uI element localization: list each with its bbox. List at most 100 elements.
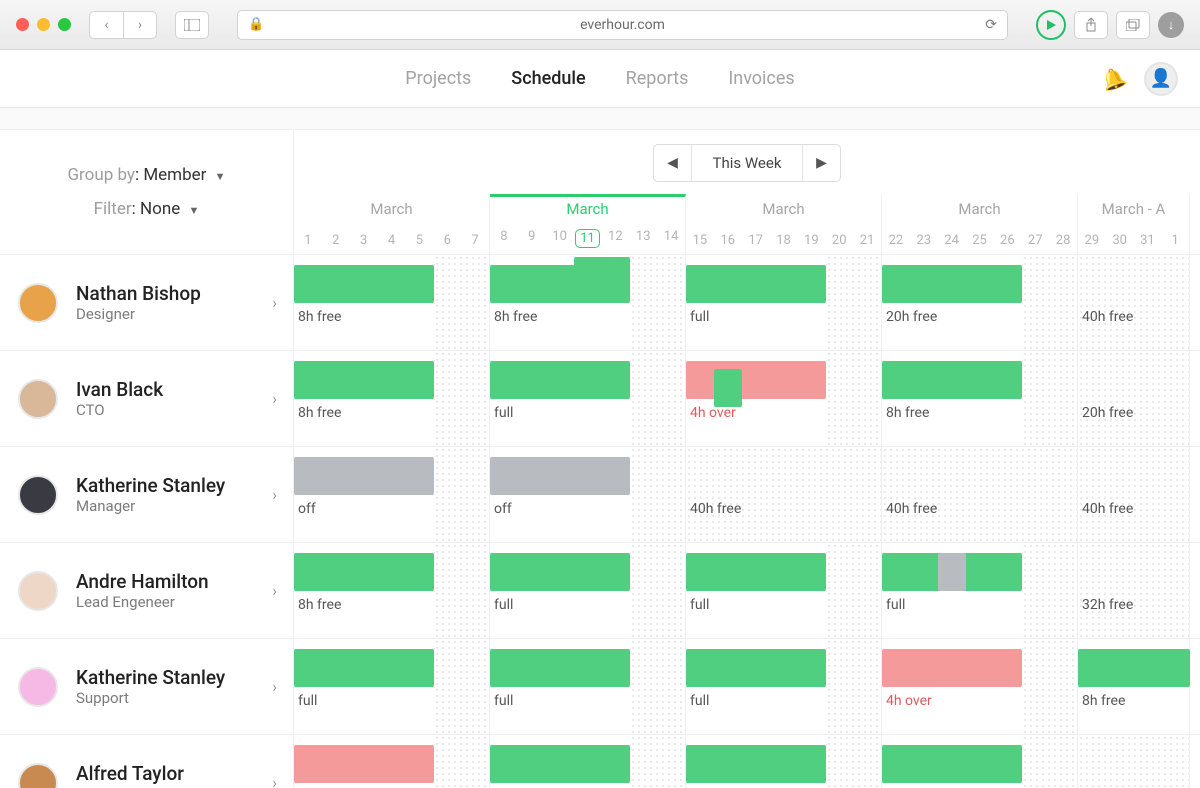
allocation-bar[interactable]	[938, 553, 966, 591]
allocation-bar[interactable]	[714, 369, 742, 407]
nav-schedule[interactable]: Schedule	[511, 68, 585, 89]
chevron-right-icon[interactable]: ›	[272, 581, 277, 600]
unavailable-hatch	[1078, 351, 1189, 446]
close-window-icon[interactable]	[16, 18, 29, 31]
user-avatar[interactable]: 👤	[1144, 62, 1178, 96]
allocation-bar[interactable]	[882, 745, 1022, 783]
schedule-cell[interactable]	[882, 735, 1078, 788]
schedule-cell[interactable]: 8h free	[490, 255, 686, 350]
tabs-button[interactable]	[1116, 11, 1150, 39]
schedule-cell[interactable]: 8h free	[1078, 639, 1190, 734]
member-row[interactable]: Alfred Taylor Front-End Dev ›	[0, 735, 293, 788]
schedule-cell[interactable]: 8h free	[882, 351, 1078, 446]
schedule-cell[interactable]: off	[294, 447, 490, 542]
schedule-cell[interactable]: full	[882, 543, 1078, 638]
allocation-bar[interactable]	[882, 361, 1022, 399]
allocation-bar[interactable]	[882, 649, 1022, 687]
allocation-bar[interactable]	[294, 649, 434, 687]
next-week-button[interactable]: ▶	[802, 145, 840, 181]
unavailable-hatch	[1022, 255, 1077, 350]
schedule-cell[interactable]: off	[490, 447, 686, 542]
unavailable-hatch	[630, 639, 685, 734]
allocation-bar[interactable]	[686, 553, 826, 591]
chevron-right-icon[interactable]: ›	[272, 293, 277, 312]
schedule-cell[interactable]	[294, 735, 490, 788]
schedule-cell[interactable]: 8h free	[294, 351, 490, 446]
month-label: March	[686, 200, 881, 218]
allocation-bar[interactable]	[686, 649, 826, 687]
member-row[interactable]: Katherine Stanley Manager ›	[0, 447, 293, 543]
notifications-icon[interactable]: 🔔	[1098, 63, 1130, 94]
allocation-bar[interactable]	[686, 265, 826, 303]
downloads-button[interactable]: ↓	[1158, 12, 1184, 38]
nav-invoices[interactable]: Invoices	[728, 68, 794, 89]
schedule-cell[interactable]	[490, 735, 686, 788]
maximize-window-icon[interactable]	[58, 18, 71, 31]
schedule-cell[interactable]: 8h free	[294, 255, 490, 350]
day-header: 14	[657, 229, 685, 248]
minimize-window-icon[interactable]	[37, 18, 50, 31]
address-bar[interactable]: 🔒 everhour.com ⟳	[237, 10, 1008, 40]
schedule-cell[interactable]: full	[686, 639, 882, 734]
browser-chrome: ‹ › 🔒 everhour.com ⟳ ↓	[0, 0, 1200, 50]
nav-projects[interactable]: Projects	[405, 68, 471, 89]
week-label[interactable]: This Week	[692, 145, 802, 181]
schedule-cell[interactable]: 40h free	[882, 447, 1078, 542]
chevron-right-icon[interactable]: ›	[272, 485, 277, 504]
schedule-cell[interactable]: full	[490, 351, 686, 446]
schedule-cell[interactable]	[686, 735, 882, 788]
allocation-bar[interactable]	[686, 745, 826, 783]
allocation-bar[interactable]	[294, 361, 434, 399]
allocation-bar[interactable]	[574, 257, 630, 295]
prev-week-button[interactable]: ◀	[654, 145, 692, 181]
download-icon: ↓	[1168, 17, 1175, 33]
schedule-cell[interactable]: full	[294, 639, 490, 734]
member-row[interactable]: Andre Hamilton Lead Engeneer ›	[0, 543, 293, 639]
allocation-bar[interactable]	[294, 745, 434, 783]
allocation-bar[interactable]	[490, 745, 630, 783]
schedule-cell[interactable]: 20h free	[882, 255, 1078, 350]
share-button[interactable]	[1074, 11, 1108, 39]
allocation-bar[interactable]	[686, 361, 826, 399]
schedule-cell[interactable]: full	[490, 639, 686, 734]
member-row[interactable]: Katherine Stanley Support ›	[0, 639, 293, 735]
schedule-cell[interactable]: 20h free	[1078, 351, 1190, 446]
schedule-cell[interactable]: full	[686, 255, 882, 350]
availability-status: 40h free	[1082, 501, 1133, 517]
member-name: Nathan Bishop	[76, 282, 254, 305]
allocation-bar[interactable]	[882, 265, 1022, 303]
member-row[interactable]: Nathan Bishop Designer ›	[0, 255, 293, 351]
schedule-cell[interactable]: full	[686, 543, 882, 638]
schedule-cell[interactable]	[1078, 735, 1190, 788]
allocation-bar[interactable]	[490, 553, 630, 591]
allocation-bar[interactable]	[490, 649, 630, 687]
chevron-right-icon[interactable]: ›	[272, 773, 277, 788]
forward-button[interactable]: ›	[123, 11, 157, 39]
schedule-cell[interactable]: 40h free	[1078, 255, 1190, 350]
schedule-cell[interactable]: full	[490, 543, 686, 638]
member-row[interactable]: Ivan Black CTO ›	[0, 351, 293, 447]
schedule-cell[interactable]: 4h over	[686, 351, 882, 446]
groupby-selector[interactable]: Group by: Member ▼	[67, 165, 225, 185]
record-button[interactable]	[1036, 10, 1066, 40]
day-header: 16	[714, 233, 742, 248]
schedule-cell[interactable]: 32h free	[1078, 543, 1190, 638]
back-button[interactable]: ‹	[89, 11, 123, 39]
unavailable-hatch	[882, 447, 1077, 542]
chevron-right-icon[interactable]: ›	[272, 677, 277, 696]
allocation-bar[interactable]	[294, 265, 434, 303]
allocation-bar[interactable]	[294, 457, 434, 495]
reload-icon[interactable]: ⟳	[985, 17, 997, 33]
schedule-cell[interactable]: 4h over	[882, 639, 1078, 734]
allocation-bar[interactable]	[490, 361, 630, 399]
schedule-cell[interactable]: 40h free	[1078, 447, 1190, 542]
nav-reports[interactable]: Reports	[626, 68, 689, 89]
allocation-bar[interactable]	[490, 457, 630, 495]
filter-selector[interactable]: Filter: None ▼	[94, 199, 200, 219]
allocation-bar[interactable]	[1078, 649, 1190, 687]
schedule-cell[interactable]: 40h free	[686, 447, 882, 542]
sidebar-toggle-button[interactable]	[175, 11, 209, 39]
schedule-cell[interactable]: 8h free	[294, 543, 490, 638]
allocation-bar[interactable]	[294, 553, 434, 591]
chevron-right-icon[interactable]: ›	[272, 389, 277, 408]
